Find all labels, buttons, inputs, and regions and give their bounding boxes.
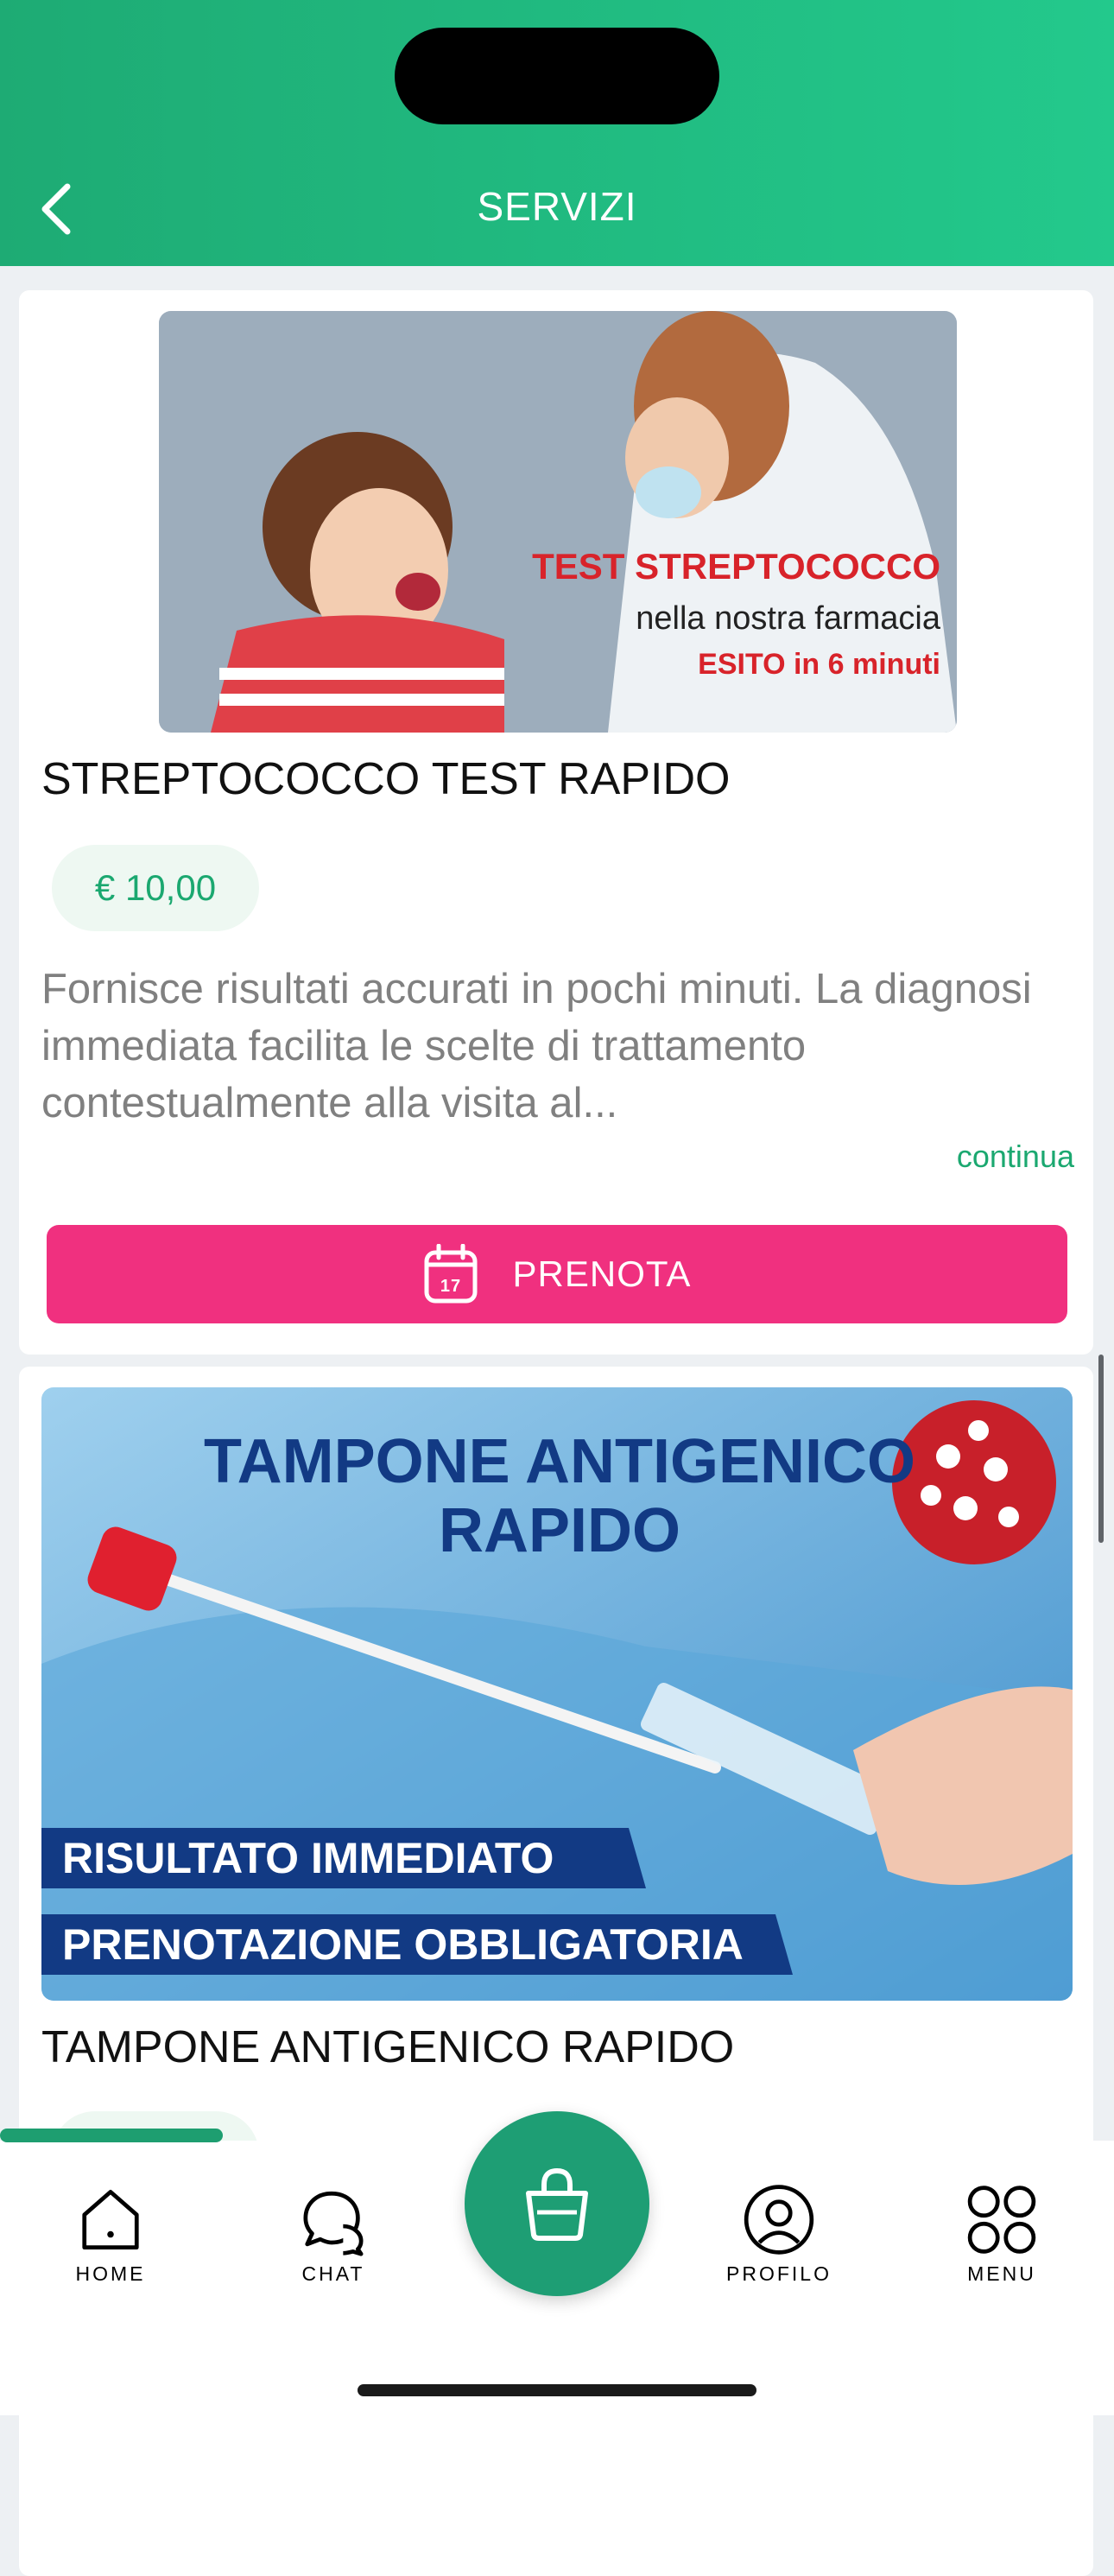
calendar-icon: 17: [424, 1244, 478, 1304]
tab-chat-label: CHAT: [301, 2262, 365, 2285]
svg-text:17: 17: [440, 1277, 460, 1296]
page-title: SERVIZI: [477, 184, 637, 229]
dynamic-island: [395, 28, 719, 124]
home-icon: [82, 2189, 139, 2250]
svg-text:PRENOTAZIONE OBBLIGATORIA: PRENOTAZIONE OBBLIGATORIA: [62, 1920, 744, 1969]
shopping-bag-icon: [526, 2167, 588, 2241]
tab-profile-label: PROFILO: [726, 2262, 832, 2285]
price-badge: € 10,00: [52, 845, 259, 931]
tab-menu-label: MENU: [967, 2262, 1036, 2285]
service-card: TEST STREPTOCOCCO nella nostra farmacia …: [19, 290, 1093, 1355]
tab-home[interactable]: HOME: [24, 2182, 197, 2286]
continue-link[interactable]: continua: [957, 1139, 1074, 1175]
svg-text:nella nostra farmacia: nella nostra farmacia: [636, 600, 941, 637]
app-header: SERVIZI: [0, 0, 1114, 266]
svg-text:ESITO in 6 minuti: ESITO in 6 minuti: [698, 648, 940, 681]
home-indicator: [358, 2384, 756, 2396]
tab-menu[interactable]: MENU: [915, 2182, 1088, 2286]
progress-bar: [0, 2129, 223, 2142]
user-icon: [744, 2185, 814, 2255]
svg-text:TAMPONE ANTIGENICO: TAMPONE ANTIGENICO: [204, 1427, 915, 1496]
book-button-label: PRENOTA: [512, 1253, 692, 1294]
tab-chat[interactable]: CHAT: [247, 2182, 420, 2286]
service-description: Fornisce risultati accurati in pochi min…: [41, 966, 1032, 1126]
scrollbar[interactable]: [1098, 1355, 1104, 1543]
service-title: STREPTOCOCCO TEST RAPIDO: [41, 754, 731, 804]
svg-text:TEST STREPTOCOCCO: TEST STREPTOCOCCO: [532, 546, 940, 587]
tab-profile[interactable]: PROFILO: [693, 2182, 865, 2286]
book-button[interactable]: 17 PRENOTA: [47, 1225, 1067, 1323]
service-image[interactable]: TEST STREPTOCOCCO nella nostra farmacia …: [159, 311, 957, 733]
chat-icon: [303, 2191, 364, 2256]
grid-menu-icon: [967, 2186, 1036, 2254]
svg-text:RISULTATO IMMEDIATO: RISULTATO IMMEDIATO: [62, 1834, 554, 1882]
virus-illustration: [892, 1400, 1056, 1564]
service-image[interactable]: TAMPONE ANTIGENICO RAPIDO RISULTATO IMME…: [41, 1387, 1073, 2001]
service-title: TAMPONE ANTIGENICO RAPIDO: [41, 2022, 735, 2072]
svg-text:RAPIDO: RAPIDO: [439, 1496, 680, 1565]
cart-button[interactable]: [465, 2111, 649, 2296]
tab-home-label: HOME: [75, 2262, 146, 2285]
